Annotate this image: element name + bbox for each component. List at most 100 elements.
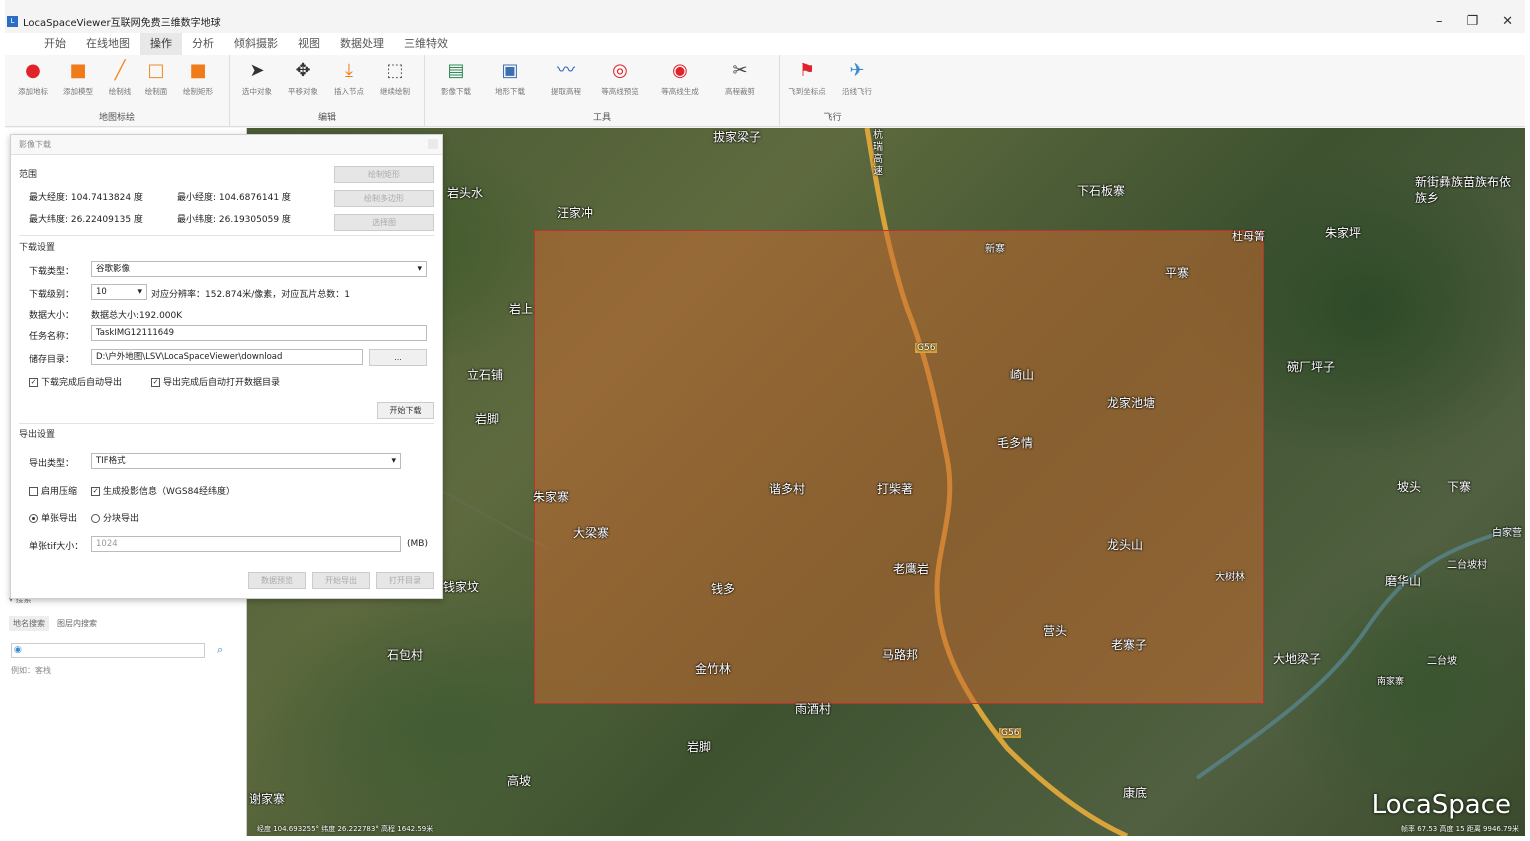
close-icon[interactable] [428, 139, 438, 149]
place-label: 平寨 [1165, 266, 1190, 280]
data-preview-button[interactable]: 数据预览 [248, 572, 306, 589]
rectangle-icon: ■ [189, 60, 207, 81]
place-label: 朱家坪 [1325, 226, 1362, 240]
save-dir-input[interactable]: D:\户外地图\LSV\LocaSpaceViewer\download [91, 349, 363, 365]
place-label: 老鹰岩 [893, 562, 930, 576]
place-label: 龙家池塘 [1107, 396, 1156, 410]
menu-oblique[interactable]: 倾斜摄影 [224, 33, 288, 55]
export-type-select[interactable]: TIF格式 [91, 453, 401, 469]
tab-place-search[interactable]: 地名搜索 [9, 616, 49, 631]
start-download-button[interactable]: 开始下载 [377, 402, 434, 419]
search-input[interactable]: ◉ [11, 643, 205, 658]
place-label: 石包村 [387, 648, 424, 662]
auto-open-checkbox[interactable]: ✓ 导出完成后自动打开数据目录 [151, 375, 280, 388]
place-label: 南家寨 [1377, 677, 1405, 687]
close-button[interactable]: ✕ [1502, 14, 1513, 29]
min-lon-row: 最小经度: 104.6876141 度 [177, 193, 291, 203]
download-extent-rectangle[interactable] [534, 230, 1264, 704]
move-object-button[interactable]: ✥ 平移对象 [280, 59, 326, 101]
terrain-download-button[interactable]: ▣ 地形下载 [487, 59, 533, 101]
start-export-button[interactable]: 开始导出 [312, 572, 370, 589]
download-level-label: 下载级别： [29, 290, 75, 300]
place-label: 龙头山 [1107, 538, 1144, 552]
contour-generate-button[interactable]: ◉ 等高线生成 [657, 59, 703, 101]
add-model-button[interactable]: ■ 添加模型 [55, 59, 101, 101]
continue-draw-button[interactable]: ⬚ 继续绘制 [372, 59, 418, 101]
menu-analysis[interactable]: 分析 [182, 33, 224, 55]
place-label: 新街彝族苗族布依族乡 [1415, 175, 1512, 205]
restore-button[interactable]: ❐ [1466, 14, 1478, 29]
ribbon-group-map-plot: ● 添加地标 ■ 添加模型 ╱ 绘制线 □ 绘制面 ■ 绘制矩形 地图标绘 [5, 55, 230, 127]
minimize-button[interactable]: – [1436, 14, 1443, 29]
terrain-download-icon: ▣ [501, 60, 519, 81]
auto-export-checkbox[interactable]: ✓ 下载完成后自动导出 [29, 375, 122, 388]
ribbon-group-tools: ▤ 影像下载 ▣ 地形下载 〰提取高程 ◎ 等高线预览 ◉ 等高线生成 ✂ 高程裁剪 工具 [425, 55, 780, 127]
menu-3d-effects[interactable]: 三维特效 [394, 33, 458, 55]
draw-polygon-extent-button[interactable]: 绘制多边形 [334, 190, 434, 207]
tab-layer-search[interactable]: 图层内搜索 [53, 616, 101, 631]
menu-operate[interactable]: 操作 [140, 33, 182, 55]
task-name-input[interactable]: TaskIMG12111649 [91, 325, 427, 341]
contour-preview-icon: ◎ [612, 60, 628, 81]
add-placemark-button[interactable]: ● 添加地标 [10, 59, 56, 101]
draw-polygon-button[interactable]: □ 绘制面 [133, 59, 179, 101]
place-label: 高坡 [507, 774, 532, 788]
place-label: 朱家寨 [533, 490, 570, 504]
scissors-icon: ✂ [732, 60, 748, 81]
insert-node-button[interactable]: ⤓ 插入节点 [326, 59, 372, 101]
place-label: 二台坡 [1427, 656, 1457, 667]
menu-view[interactable]: 视图 [288, 33, 330, 55]
block-export-radio[interactable]: 分块导出 [91, 511, 139, 524]
min-lat-row: 最小纬度: 26.19305059 度 [177, 215, 291, 225]
draw-rect-button[interactable]: 绘制矩形 [334, 166, 434, 183]
app-window: L LocaSpaceViewer互联网免费三维数字地球 – ❐ ✕ 开始 在线… [5, 0, 1525, 836]
place-label: 大梁寨 [573, 526, 610, 540]
single-export-radio[interactable]: 单张导出 [29, 511, 77, 524]
min-lon-value: 104.6876141 [218, 193, 280, 203]
download-level-select[interactable]: 10 [91, 284, 147, 300]
place-label: 坡头 [1397, 480, 1422, 494]
menu-start[interactable]: 开始 [34, 33, 76, 55]
search-icon[interactable]: ⌕ [217, 643, 223, 657]
place-label: 大树林 [1215, 572, 1245, 583]
extract-elevation-button[interactable]: 〰提取高程 [543, 59, 589, 101]
download-settings-title: 下载设置 [19, 243, 56, 253]
place-label: 杜母箐 [1232, 230, 1265, 243]
place-label: 白家营 [1492, 528, 1522, 539]
highway-shield: G56 [915, 343, 938, 353]
place-label: 岩上 [509, 302, 534, 316]
elevation-clip-button[interactable]: ✂ 高程裁剪 [717, 59, 763, 101]
render-status: 帧率 67.53 高度 15 距离 9946.79米 [1400, 825, 1519, 833]
task-name-label: 任务名称： [29, 332, 75, 342]
dialog-title: 影像下载 [11, 135, 442, 155]
draw-rectangle-button[interactable]: ■ 绘制矩形 [175, 59, 221, 101]
menu-online-map[interactable]: 在线地图 [76, 33, 140, 55]
menu-data-process[interactable]: 数据处理 [330, 33, 394, 55]
fly-to-point-button[interactable]: ⚑ 飞到坐标点 [784, 59, 830, 101]
browse-button[interactable]: ... [369, 349, 427, 366]
ribbon-toolbar: ● 添加地标 ■ 添加模型 ╱ 绘制线 □ 绘制面 ■ 绘制矩形 地图标绘 ➤ 选中对象 ✥… [5, 55, 1525, 127]
polygon-icon: □ [147, 60, 165, 81]
tif-size-label: 单张tif大小： [29, 542, 84, 552]
place-label: 岩脚 [475, 412, 500, 426]
tif-size-input[interactable]: 1024 [91, 536, 401, 552]
data-size-value: 数据总大小:192.000K [91, 311, 183, 321]
max-lat-value: 26.22409135 [70, 215, 132, 225]
checkbox-checked-icon: ✓ [151, 378, 160, 387]
place-label: 碗厂坪子 [1287, 360, 1336, 374]
data-size-label: 数据大小： [29, 311, 75, 321]
elevation-icon: 〰 [557, 60, 575, 81]
select-object-button[interactable]: ➤ 选中对象 [234, 59, 280, 101]
contour-preview-button[interactable]: ◎ 等高线预览 [597, 59, 643, 101]
place-label: 崎山 [1010, 368, 1035, 382]
fly-along-line-button[interactable]: ✈ 沿线飞行 [834, 59, 880, 101]
ribbon-group-fly: ⚑ 飞到坐标点 ✈ 沿线飞行 飞行 [780, 55, 885, 127]
download-type-select[interactable]: 谷歌影像 [91, 261, 427, 277]
place-label: 新寨 [985, 244, 1005, 255]
image-download-button[interactable]: ▤ 影像下载 [433, 59, 479, 101]
move-icon: ✥ [295, 60, 311, 81]
open-directory-button[interactable]: 打开目录 [376, 572, 434, 589]
projection-checkbox[interactable]: ✓ 生成投影信息（WGS84经纬度） [91, 484, 235, 497]
compress-checkbox[interactable]: 启用压缩 [29, 484, 77, 497]
select-layer-button[interactable]: 选择图 [334, 214, 434, 231]
